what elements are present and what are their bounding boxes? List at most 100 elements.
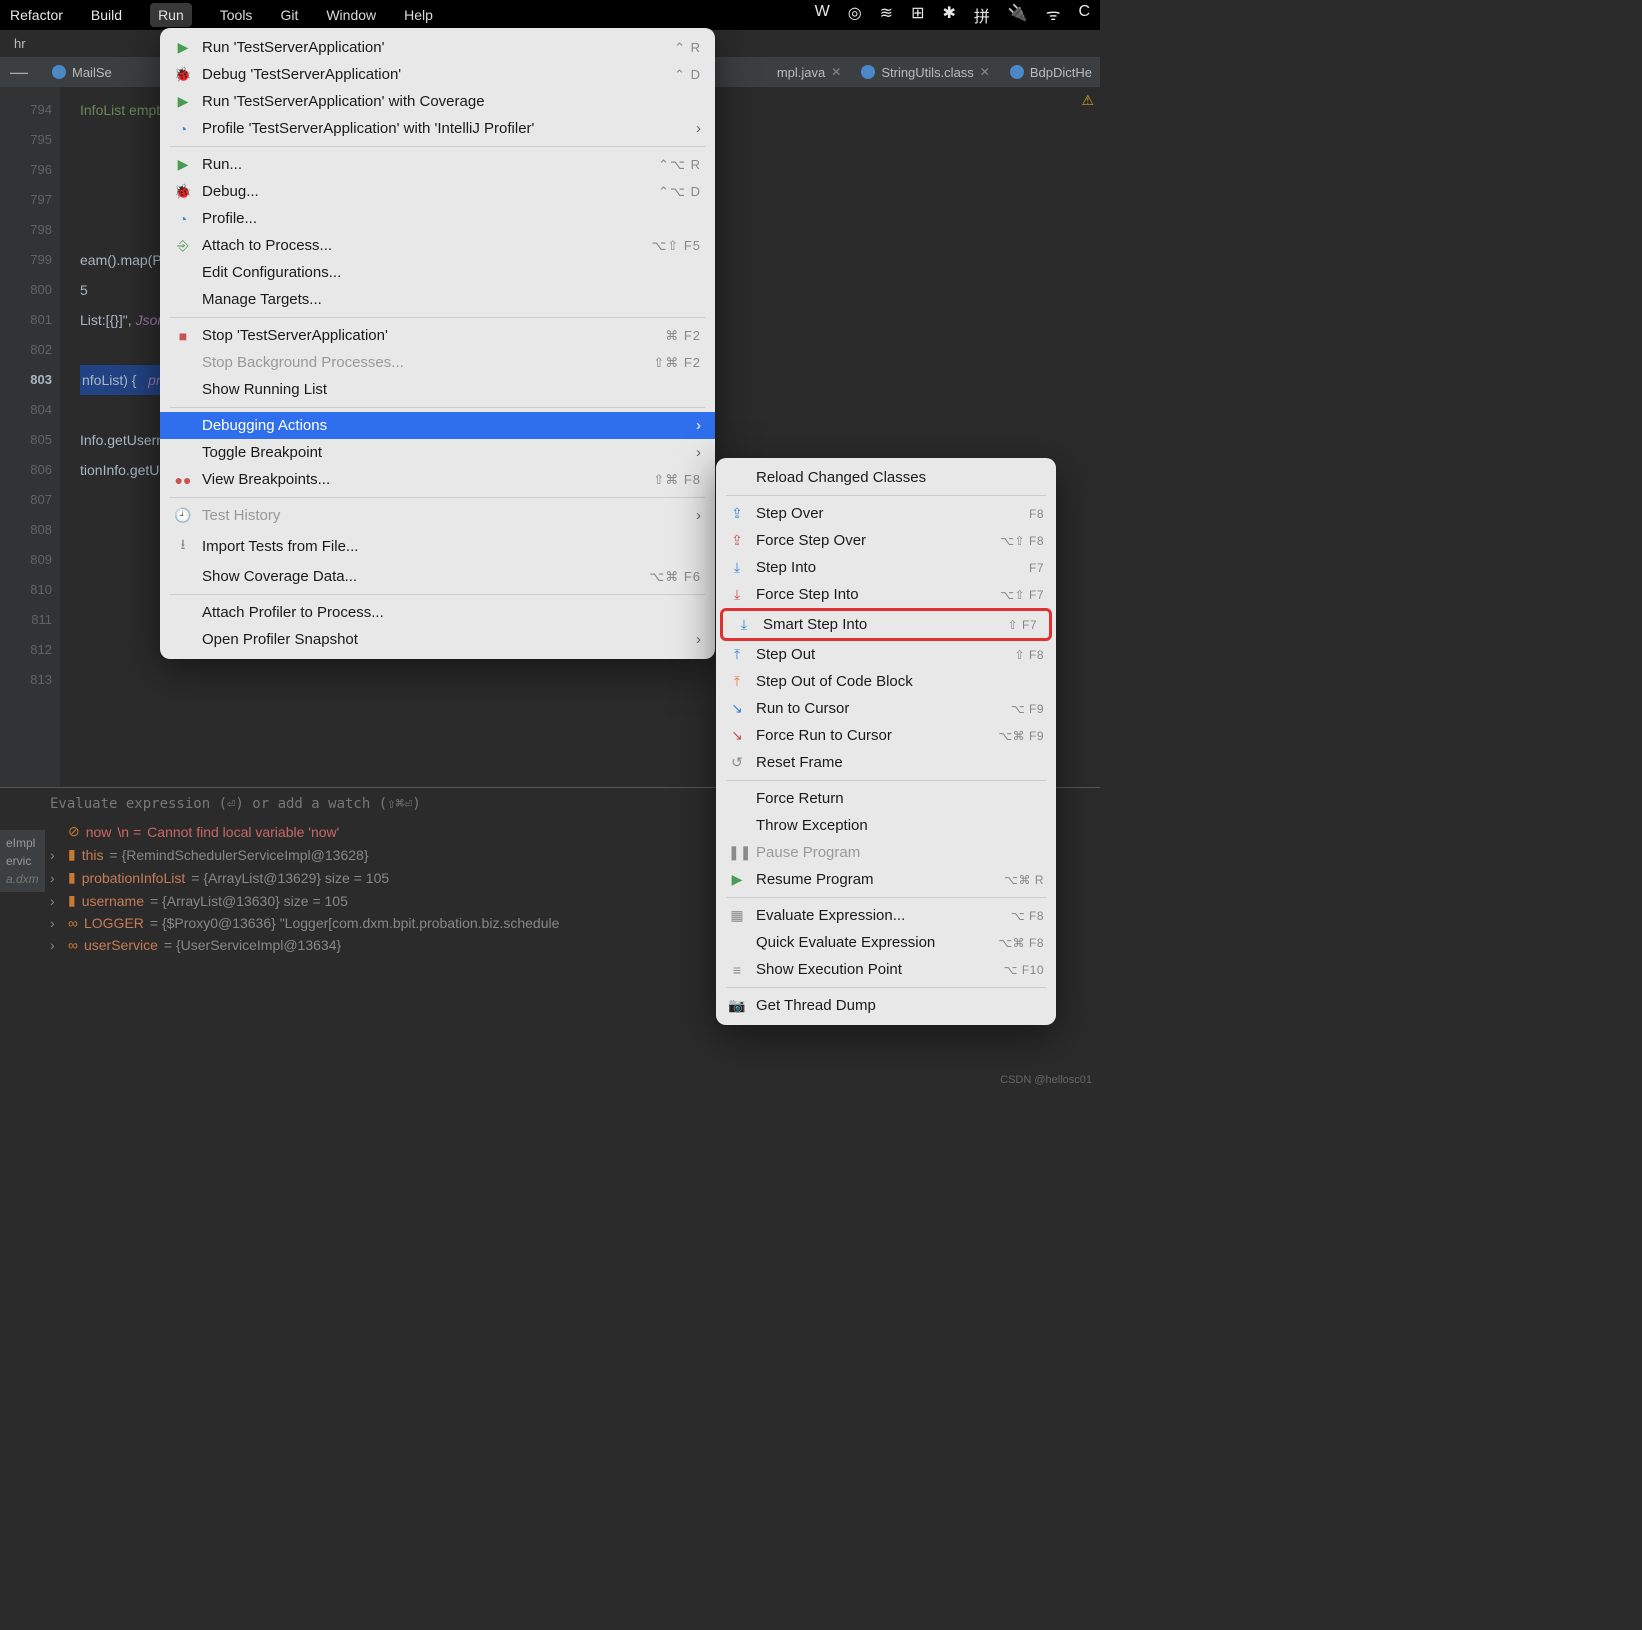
shortcut: F7: [1029, 561, 1044, 575]
menu-item[interactable]: ●●View Breakpoints...⇧⌘ F8: [160, 466, 715, 493]
menu-item[interactable]: ▶Run 'TestServerApplication'⌃ R: [160, 34, 715, 61]
action-label: Step Over: [756, 505, 1019, 522]
menu-item[interactable]: Toggle Breakpoint›: [160, 439, 715, 466]
action-icon: ⤓: [728, 586, 746, 603]
submenu-item[interactable]: Throw Exception: [716, 812, 1056, 839]
menu-item[interactable]: 🐞Debug...⌃⌥ D: [160, 178, 715, 205]
line-number[interactable]: 806: [0, 455, 52, 485]
menu-item[interactable]: 🐞Debug 'TestServerApplication'⌃ D: [160, 61, 715, 88]
line-number[interactable]: 802: [0, 335, 52, 365]
line-number[interactable]: 799: [0, 245, 52, 275]
expand-icon[interactable]: ›: [50, 937, 62, 953]
submenu-item[interactable]: ⤒Step Out of Code Block: [716, 668, 1056, 695]
menu-item[interactable]: Attach Profiler to Process...: [160, 599, 715, 626]
menu-help[interactable]: Help: [404, 7, 433, 23]
line-gutter[interactable]: 7947957967977987998008018028038048058068…: [0, 87, 60, 787]
submenu-item[interactable]: ❚❚Pause Program: [716, 839, 1056, 866]
tray-icon[interactable]: ◎: [848, 3, 862, 27]
menu-item[interactable]: Open Profiler Snapshot›: [160, 626, 715, 653]
menu-item[interactable]: ◔Profile 'TestServerApplication' with 'I…: [160, 115, 715, 142]
submenu-item[interactable]: Reload Changed Classes: [716, 464, 1056, 491]
line-number[interactable]: 796: [0, 155, 52, 185]
close-icon[interactable]: ✕: [831, 65, 841, 79]
menu-refactor[interactable]: Refactor: [10, 7, 63, 23]
tray-icon[interactable]: ⊞: [911, 3, 924, 27]
menu-run[interactable]: Run: [150, 3, 192, 27]
menubar: Refactor Build Run Tools Git Window Help…: [0, 0, 1100, 30]
warning-icon[interactable]: ⚠: [1081, 92, 1094, 109]
menu-label: Run 'TestServerApplication' with Coverag…: [202, 93, 691, 110]
menu-item[interactable]: ⭳Import Tests from File...: [160, 529, 715, 563]
line-number[interactable]: 809: [0, 545, 52, 575]
submenu-item[interactable]: ⤓Smart Step Into⇧ F7: [723, 611, 1049, 638]
menu-item[interactable]: Debugging Actions›: [160, 412, 715, 439]
submenu-item[interactable]: ⤓Force Step Into⌥⇧ F7: [716, 581, 1056, 608]
action-label: Get Thread Dump: [756, 997, 1034, 1014]
menu-item[interactable]: ■Stop 'TestServerApplication'⌘ F2: [160, 322, 715, 349]
menu-tools[interactable]: Tools: [220, 7, 253, 23]
line-number[interactable]: 801: [0, 305, 52, 335]
menu-item[interactable]: Stop Background Processes...⇧⌘ F2: [160, 349, 715, 376]
action-label: Show Execution Point: [756, 961, 994, 978]
submenu-item[interactable]: ≡Show Execution Point⌥ F10: [716, 956, 1056, 983]
line-number[interactable]: 795: [0, 125, 52, 155]
line-number[interactable]: 797: [0, 185, 52, 215]
submenu-item[interactable]: ▶Resume Program⌥⌘ R: [716, 866, 1056, 893]
line-number[interactable]: 811: [0, 605, 52, 635]
tray-icon[interactable]: ≋: [880, 3, 893, 27]
line-number[interactable]: 808: [0, 515, 52, 545]
menu-item[interactable]: Show Coverage Data...⌥⌘ F6: [160, 563, 715, 590]
submenu-item[interactable]: ⇪Step OverF8: [716, 500, 1056, 527]
submenu-item[interactable]: Quick Evaluate Expression⌥⌘ F8: [716, 929, 1056, 956]
submenu-item[interactable]: 📷Get Thread Dump: [716, 992, 1056, 1019]
menu-build[interactable]: Build: [91, 7, 122, 23]
bluetooth-icon[interactable]: ✱: [942, 3, 955, 27]
expand-icon[interactable]: ›: [50, 893, 62, 909]
menu-item[interactable]: Edit Configurations...: [160, 259, 715, 286]
line-number[interactable]: 794: [0, 95, 52, 125]
var-value: = {UserServiceImpl@13634}: [164, 937, 341, 953]
submenu-item[interactable]: ⤓Step IntoF7: [716, 554, 1056, 581]
collapse-icon[interactable]: —: [10, 62, 28, 83]
line-number[interactable]: 804: [0, 395, 52, 425]
line-number[interactable]: 810: [0, 575, 52, 605]
menu-window[interactable]: Window: [326, 7, 376, 23]
close-icon[interactable]: ✕: [980, 65, 990, 79]
editor-tab[interactable]: mpl.java✕: [769, 61, 849, 84]
editor-tab[interactable]: BdpDictHe: [1002, 61, 1100, 84]
line-number[interactable]: 805: [0, 425, 52, 455]
line-number[interactable]: 800: [0, 275, 52, 305]
line-number[interactable]: 812: [0, 635, 52, 665]
menu-item[interactable]: 🕘Test History›: [160, 502, 715, 529]
battery-icon[interactable]: 🔌: [1008, 3, 1028, 27]
menu-label: Profile 'TestServerApplication' with 'In…: [202, 120, 676, 137]
submenu-item[interactable]: ⤒Step Out⇧ F8: [716, 641, 1056, 668]
submenu-arrow-icon: ›: [696, 631, 701, 648]
input-icon[interactable]: 拼: [974, 3, 990, 27]
line-number[interactable]: 803: [0, 365, 52, 395]
menu-item[interactable]: ▶Run...⌃⌥ R: [160, 151, 715, 178]
tray-icon[interactable]: W: [815, 3, 830, 27]
submenu-item[interactable]: Force Return: [716, 785, 1056, 812]
submenu-item[interactable]: ↘Run to Cursor⌥ F9: [716, 695, 1056, 722]
menu-item[interactable]: ◔Profile...: [160, 205, 715, 232]
editor-tab[interactable]: MailSe: [44, 61, 120, 84]
menu-item[interactable]: ▶Run 'TestServerApplication' with Covera…: [160, 88, 715, 115]
tray-icon[interactable]: C: [1078, 3, 1090, 27]
line-number[interactable]: 798: [0, 215, 52, 245]
expand-icon[interactable]: ›: [50, 870, 62, 886]
menu-item[interactable]: ⎆Attach to Process...⌥⇧ F5: [160, 232, 715, 259]
expand-icon[interactable]: ›: [50, 915, 62, 931]
menu-item[interactable]: Manage Targets...: [160, 286, 715, 313]
menu-git[interactable]: Git: [280, 7, 298, 23]
menu-item[interactable]: Show Running List: [160, 376, 715, 403]
submenu-item[interactable]: ↺Reset Frame: [716, 749, 1056, 776]
line-number[interactable]: 813: [0, 665, 52, 695]
submenu-item[interactable]: ▦Evaluate Expression...⌥ F8: [716, 902, 1056, 929]
wifi-icon[interactable]: ᯤ: [1046, 3, 1061, 27]
editor-tab[interactable]: StringUtils.class✕: [853, 61, 998, 84]
line-number[interactable]: 807: [0, 485, 52, 515]
submenu-item[interactable]: ↘Force Run to Cursor⌥⌘ F9: [716, 722, 1056, 749]
expand-icon[interactable]: ›: [50, 847, 62, 863]
submenu-item[interactable]: ⇪Force Step Over⌥⇧ F8: [716, 527, 1056, 554]
